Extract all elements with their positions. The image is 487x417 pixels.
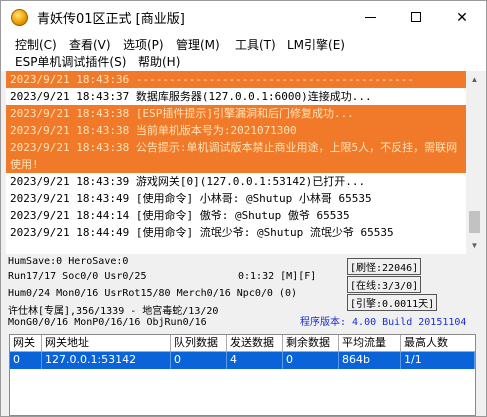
cell-avg-traffic: 864b — [339, 352, 401, 369]
app-coin-icon — [11, 9, 28, 26]
cell-remaining: 0 — [283, 352, 339, 369]
log-line: 2023/9/21 18:43:36 ---------------------… — [6, 71, 466, 88]
status-timer: 0:1:32 [M][F] — [238, 271, 317, 282]
menu-bar: 控制(C) 查看(V) 选项(P) 管理(M) 工具(T) LM引擎(E) ES… — [1, 33, 486, 71]
log-line: 2023/9/21 18:44:49 [使用命令] 流氓少爷: @Shutup … — [10, 226, 394, 239]
minimize-icon — [364, 16, 376, 18]
window-title: 青妖传01区正式 [商业版] — [37, 12, 185, 27]
col-sent[interactable]: 发送数据 — [227, 335, 283, 352]
status-monsters: MonG0/0/16 MonP0/16/16 ObjRun0/16 — [8, 317, 207, 328]
menu-lm-engine[interactable]: LM引擎(E) — [285, 35, 347, 54]
cell-address: 127.0.0.1:53142 — [42, 352, 171, 369]
scroll-down-icon[interactable]: ▼ — [466, 237, 483, 254]
minimize-button[interactable] — [347, 1, 393, 33]
status-map: 许仕林[专属],356/1339 - 地宫毒蛇/13/20 — [8, 306, 219, 317]
cell-gateway: 0 — [10, 352, 42, 369]
scroll-thumb[interactable] — [469, 211, 480, 233]
col-gateway[interactable]: 网关 — [10, 335, 42, 352]
menu-esp-plugin[interactable]: ESP单机调试插件(S) — [13, 52, 128, 71]
menu-help[interactable]: 帮助(H) — [136, 52, 182, 71]
col-max-users[interactable]: 最高人数 — [401, 335, 475, 352]
version-label: 程序版本: 4.00 Build 20151104 — [300, 317, 467, 328]
col-avg-traffic[interactable]: 平均流量 — [339, 335, 401, 352]
col-address[interactable]: 网关地址 — [42, 335, 171, 352]
table-row[interactable]: 0 127.0.0.1:53142 0 4 0 864b 1/1 — [10, 352, 475, 369]
log-line: 2023/9/21 18:43:39 游戏网关[0](127.0.0.1:531… — [10, 175, 366, 188]
col-queue[interactable]: 队列数据 — [171, 335, 227, 352]
gateway-table: 网关 网关地址 队列数据 发送数据 剩余数据 平均流量 最高人数 0 127.0… — [9, 334, 476, 416]
main-window: 青妖传01区正式 [商业版] ✕ 控制(C) 查看(V) 选项(P) 管理(M)… — [0, 0, 487, 417]
log-line: 2023/9/21 18:43:38 当前单机版本号为:2021071300 — [6, 122, 466, 139]
status-humans: Hum0/24 Mon0/16 UsrRot15/80 Merch0/16 Np… — [8, 288, 297, 299]
menu-tools[interactable]: 工具(T) — [233, 35, 278, 54]
status-save: HumSave:0 HeroSave:0 — [8, 256, 129, 267]
maximize-button[interactable] — [393, 1, 439, 33]
log-panel[interactable]: 2023/9/21 18:43:36 ---------------------… — [6, 71, 466, 254]
log-line: 2023/9/21 18:43:38 公告提示:单机调试版本禁止商业用途，上限5… — [6, 139, 466, 173]
cell-max-users: 1/1 — [401, 352, 475, 369]
close-button[interactable]: ✕ — [439, 1, 485, 33]
online-badge: [在线:3/3/0] — [347, 276, 422, 293]
status-run: Run17/17 Soc0/0 Usr0/25 — [8, 271, 147, 282]
col-remaining[interactable]: 剩余数据 — [283, 335, 339, 352]
maximize-icon — [411, 12, 421, 22]
log-scrollbar[interactable]: ▲ ▼ — [466, 71, 483, 254]
status-panel: HumSave:0 HeroSave:0 Run17/17 Soc0/0 Usr… — [6, 256, 482, 332]
table-header: 网关 网关地址 队列数据 发送数据 剩余数据 平均流量 最高人数 — [10, 335, 475, 352]
scroll-up-icon[interactable]: ▲ — [466, 71, 483, 88]
cell-queue: 0 — [171, 352, 227, 369]
cell-sent: 4 — [227, 352, 283, 369]
refresh-badge: [刷怪:22046] — [347, 258, 422, 275]
log-line: 2023/9/21 18:43:37 数据库服务器(127.0.0.1:6000… — [10, 90, 372, 103]
close-icon: ✕ — [456, 8, 468, 25]
engine-badge: [引擎:0.0011天] — [347, 294, 438, 311]
log-line: 2023/9/21 18:43:49 [使用命令] 小林哥: @Shutup 小… — [10, 192, 372, 205]
log-line: 2023/9/21 18:44:14 [使用命令] 傲爷: @Shutup 傲爷… — [10, 209, 350, 222]
title-bar[interactable]: 青妖传01区正式 [商业版] ✕ — [1, 1, 486, 33]
log-line: 2023/9/21 18:43:38 [ESP插件提示]引擎漏洞和后门修复成功.… — [6, 105, 466, 122]
